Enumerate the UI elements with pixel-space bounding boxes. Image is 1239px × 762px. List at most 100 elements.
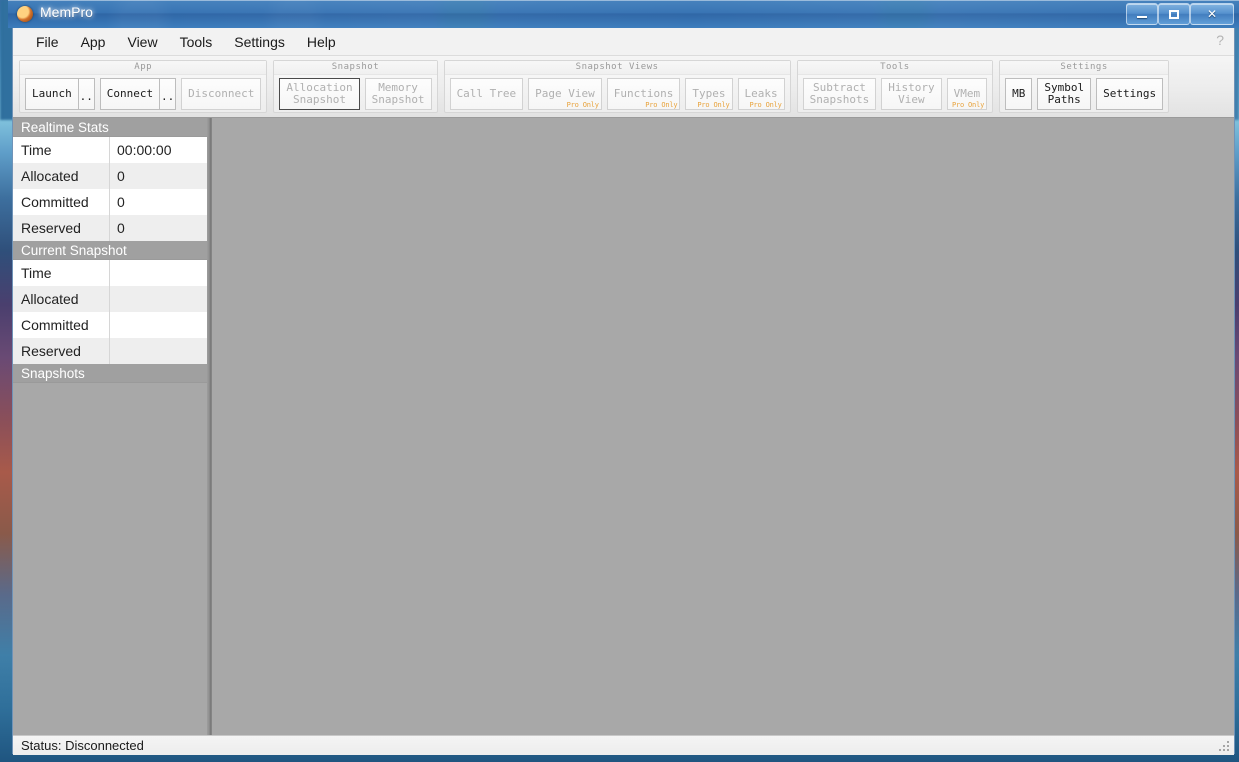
status-bar: Status: Disconnected	[13, 735, 1234, 755]
toolbar-group-title: Snapshot Views	[444, 61, 790, 75]
toolbar-dropdown-launch[interactable]: ..	[77, 77, 95, 110]
grip-dot	[1227, 749, 1229, 751]
content-pane	[212, 118, 1234, 735]
toolbar-group-body: Launch.. Connect.. Disconnect	[20, 75, 266, 112]
main-area: Realtime Stats Time 00:00:00 Allocated 0 Comm…	[13, 118, 1234, 735]
stat-value-allocated: 0	[117, 168, 125, 184]
menu-item-file[interactable]: File	[25, 31, 70, 53]
toolbar-button-label: VMem	[953, 86, 981, 100]
help-icon[interactable]: ?	[1216, 32, 1224, 48]
menu-item-app[interactable]: App	[70, 31, 117, 53]
toolbar-button-label: MB	[1012, 86, 1026, 100]
toolbar-split-button-launch: Launch..	[25, 77, 95, 110]
stat-value-time	[110, 260, 207, 286]
maximize-button[interactable]	[1158, 3, 1190, 25]
menu-item-settings[interactable]: Settings	[223, 31, 296, 53]
client-area: File App View Tools Settings Help ? App L…	[12, 28, 1235, 755]
status-text: Status: Disconnected	[21, 738, 144, 753]
grip-dot	[1219, 749, 1221, 751]
stat-label-committed: Committed	[13, 312, 110, 338]
toolbar-button-label: Launch	[32, 86, 72, 100]
toolbar-button-label: Subtract	[812, 80, 866, 94]
toolbar-button-functions: Functions Pro Only	[606, 77, 681, 110]
grip-dot	[1227, 741, 1229, 743]
toolbar-button-launch[interactable]: Launch	[25, 77, 78, 110]
toolbar-button-label: Symbol	[1044, 80, 1085, 94]
pro-only-badge: Pro Only	[749, 100, 782, 109]
toolbar-button-types: Types Pro Only	[685, 77, 733, 110]
toolbar-split-button-connect: Connect..	[99, 77, 177, 110]
toolbar-button-leaks: Leaks Pro Only	[737, 77, 785, 110]
toolbar-group-body: Allocation Snapshot Memory Snapshot	[274, 75, 436, 112]
toolbar-button-label: Connect	[106, 86, 154, 100]
toolbar-button-connect[interactable]: Connect	[99, 77, 160, 110]
toolbar-button-label: Snapshot	[371, 92, 425, 106]
toolbar-button-label: Paths	[1047, 92, 1081, 106]
toolbar-dropdown-connect[interactable]: ..	[159, 77, 177, 110]
stat-label-time: Time	[13, 137, 110, 163]
toolbar-group-body: MB Symbol Paths Settings	[1000, 75, 1168, 112]
stat-label-allocated: Allocated	[13, 286, 110, 312]
maximize-icon	[1169, 9, 1179, 19]
section-header-snapshots: Snapshots	[13, 364, 207, 383]
stat-value-reserved	[110, 338, 207, 364]
stat-row: Allocated 0	[13, 163, 207, 189]
stat-row: Time	[13, 260, 207, 286]
resize-grip[interactable]	[1219, 741, 1231, 753]
menu-item-tools[interactable]: Tools	[169, 31, 224, 53]
toolbar-button-subtract-snapshots: Subtract Snapshots	[802, 77, 877, 110]
toolbar-button-mb[interactable]: MB	[1005, 77, 1033, 110]
stat-label-time: Time	[13, 260, 110, 286]
application-window: MemPro ✕ File App View Tools Settings He…	[8, 0, 1239, 758]
toolbar-button-label: Snapshots	[809, 92, 870, 106]
toolbar-group-app: App Launch.. Connect.. Disconnect	[19, 60, 268, 113]
section-header-realtime-stats: Realtime Stats	[13, 118, 207, 137]
toolbar-button-allocation-snapshot: Allocation Snapshot	[279, 77, 360, 110]
toolbar-button-label: Page View	[535, 86, 595, 100]
toolbar-button-label: Call Tree	[456, 86, 517, 100]
toolbar-button-call-tree: Call Tree	[449, 77, 524, 110]
stat-label-reserved: Reserved	[13, 338, 110, 364]
toolbar-button-label: Types	[692, 86, 726, 100]
toolbar-button-memory-snapshot: Memory Snapshot	[364, 77, 432, 110]
toolbar-button-history-view: History View	[881, 77, 942, 110]
stat-label-committed: Committed	[13, 189, 110, 215]
menu-bar: File App View Tools Settings Help ?	[13, 28, 1234, 56]
toolbar-button-label: Settings	[1103, 86, 1157, 100]
toolbar-group-body: Subtract Snapshots History View VMem Pro Only	[798, 75, 992, 112]
toolbar-group-title: Settings	[1000, 61, 1169, 75]
stat-label-allocated: Allocated	[13, 163, 110, 189]
toolbar-button-label: History	[888, 80, 935, 94]
minimize-button[interactable]	[1126, 3, 1158, 25]
grip-dot	[1227, 745, 1229, 747]
toolbar-button-vmem: VMem Pro Only	[946, 77, 988, 110]
toolbar-button-settings[interactable]: Settings	[1096, 77, 1164, 110]
toolbar-group-snapshot-views: Snapshot Views Call Tree Page View Pro Only…	[443, 60, 791, 113]
toolbar-group-tools: Tools Subtract Snapshots History View VMem Pro…	[796, 60, 994, 113]
pro-only-badge: Pro Only	[951, 100, 985, 109]
pro-only-badge: Pro Only	[645, 100, 678, 109]
menu-item-view[interactable]: View	[116, 31, 168, 53]
title-bar: MemPro ✕	[8, 0, 1239, 28]
toolbar-group-title: App	[20, 61, 267, 75]
toolbar-button-symbol-paths[interactable]: Symbol Paths	[1037, 77, 1092, 110]
stat-row: Committed 0	[13, 189, 207, 215]
stat-value-time: 00:00:00	[117, 142, 172, 158]
toolbar-group-body: Call Tree Page View Pro Only Functions Pro O…	[445, 75, 790, 112]
toolbar-button-label: Leaks	[744, 86, 778, 100]
toolbar-button-label: Snapshot	[292, 92, 346, 106]
pro-only-badge: Pro Only	[566, 100, 599, 109]
stat-value-committed	[110, 312, 207, 338]
toolbar-button-label: Allocation	[286, 80, 353, 94]
menu-item-help[interactable]: Help	[296, 31, 347, 53]
stat-label-reserved: Reserved	[13, 215, 110, 241]
toolbar-group-snapshot: Snapshot Allocation Snapshot Memory Snapshot	[273, 60, 438, 113]
toolbar-group-title: Tools	[797, 61, 993, 75]
toolbar-button-disconnect: Disconnect	[181, 77, 262, 110]
toolbar-button-page-view: Page View Pro Only	[528, 77, 602, 110]
stat-row: Committed	[13, 312, 207, 338]
close-button[interactable]: ✕	[1190, 3, 1234, 25]
app-icon	[17, 6, 33, 22]
stat-row: Reserved	[13, 338, 207, 364]
pro-only-badge: Pro Only	[697, 100, 730, 109]
